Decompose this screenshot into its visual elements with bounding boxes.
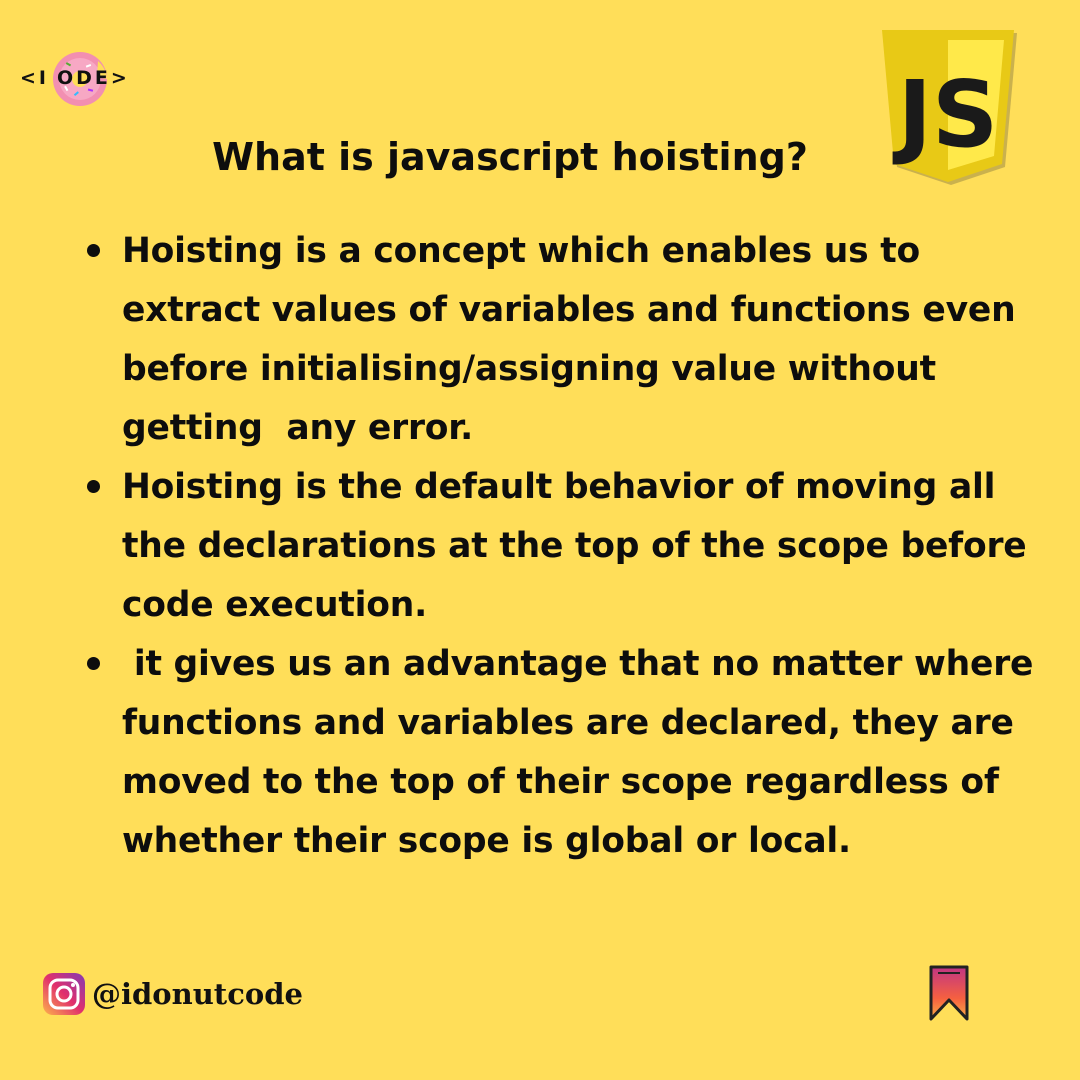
bookmark-icon[interactable] — [928, 964, 970, 1022]
list-item: Hoisting is a concept which enables us t… — [85, 222, 1035, 458]
list-item: Hoisting is the default behavior of movi… — [85, 458, 1035, 635]
logo-text-left: <I — [20, 66, 49, 89]
bullet-text: it gives us an advantage that no matter … — [122, 644, 1046, 861]
bullet-dot-icon — [87, 657, 100, 670]
page-title: What is javascript hoisting? — [212, 135, 808, 179]
logo-text-right: ODE> — [57, 66, 130, 89]
bullet-text: Hoisting is the default behavior of movi… — [122, 467, 1039, 625]
bullet-dot-icon — [87, 244, 100, 257]
instagram-handle[interactable]: @idonutcode — [92, 977, 303, 1011]
logo-text: <I ODE> — [20, 67, 130, 89]
brand-logo: <I ODE> — [20, 45, 160, 110]
footer-handle[interactable]: @idonutcode — [42, 972, 303, 1016]
bullet-dot-icon — [87, 480, 100, 493]
bullet-text: Hoisting is a concept which enables us t… — [122, 231, 1028, 448]
bullet-list: Hoisting is a concept which enables us t… — [85, 222, 1035, 871]
instagram-icon — [43, 973, 85, 1015]
list-item: it gives us an advantage that no matter … — [85, 635, 1035, 871]
